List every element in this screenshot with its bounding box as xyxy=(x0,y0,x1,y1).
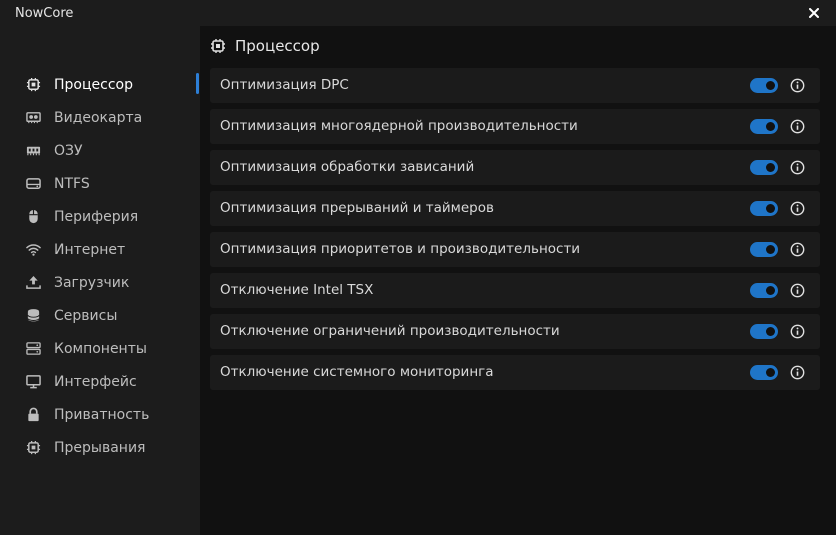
sidebar-item-label: NTFS xyxy=(54,175,90,192)
database-icon xyxy=(25,308,41,324)
setting-toggle[interactable] xyxy=(750,119,778,134)
sidebar-item-gpu[interactable]: Видеокарта xyxy=(0,101,200,134)
cpu-icon xyxy=(25,77,41,93)
sidebar-item-label: Компоненты xyxy=(54,340,147,357)
toggle-knob xyxy=(766,286,775,295)
page-title: Процессор xyxy=(235,37,320,55)
sidebar-item-label: Прерывания xyxy=(54,439,146,456)
toggle-knob xyxy=(766,163,775,172)
setting-toggle[interactable] xyxy=(750,324,778,339)
info-icon[interactable] xyxy=(790,160,805,175)
sidebar-item-services[interactable]: Сервисы xyxy=(0,299,200,332)
mouse-icon xyxy=(25,209,41,225)
main-content: Процессор Оптимизация DPC Оптимизация мн… xyxy=(200,26,836,535)
info-icon[interactable] xyxy=(790,283,805,298)
sidebar-item-label: Процессор xyxy=(54,76,133,93)
sidebar-item-components[interactable]: Компоненты xyxy=(0,332,200,365)
info-icon[interactable] xyxy=(790,78,805,93)
toggle-knob xyxy=(766,368,775,377)
sidebar-item-label: Интерфейс xyxy=(54,373,137,390)
toggle-knob xyxy=(766,327,775,336)
cpu-icon xyxy=(210,38,226,54)
wifi-icon xyxy=(25,242,41,258)
setting-row-priorities: Оптимизация приоритетов и производительн… xyxy=(210,232,820,267)
setting-row-dpc: Оптимизация DPC xyxy=(210,68,820,103)
setting-label: Оптимизация DPC xyxy=(220,77,349,93)
chip-icon xyxy=(25,440,41,456)
setting-toggle[interactable] xyxy=(750,201,778,216)
setting-toggle[interactable] xyxy=(750,78,778,93)
sidebar: Процессор Видеокарта ОЗУ NTFS Периферия … xyxy=(0,26,200,535)
toggle-knob xyxy=(766,81,775,90)
close-icon xyxy=(809,8,819,18)
info-icon[interactable] xyxy=(790,365,805,380)
toggle-knob xyxy=(766,204,775,213)
setting-row-intel-tsx: Отключение Intel TSX xyxy=(210,273,820,308)
setting-toggle[interactable] xyxy=(750,160,778,175)
info-icon[interactable] xyxy=(790,242,805,257)
sidebar-item-label: ОЗУ xyxy=(54,142,83,159)
info-icon[interactable] xyxy=(790,119,805,134)
setting-row-interrupts-timers: Оптимизация прерываний и таймеров xyxy=(210,191,820,226)
setting-label: Оптимизация приоритетов и производительн… xyxy=(220,241,581,257)
monitor-icon xyxy=(25,374,41,390)
lock-icon xyxy=(25,407,41,423)
drive-icon xyxy=(25,176,41,192)
setting-toggle[interactable] xyxy=(750,283,778,298)
setting-row-perf-limits: Отключение ограничений производительност… xyxy=(210,314,820,349)
setting-row-system-monitoring: Отключение системного мониторинга xyxy=(210,355,820,390)
sidebar-item-label: Приватность xyxy=(54,406,150,423)
setting-row-multicore: Оптимизация многоядерной производительно… xyxy=(210,109,820,144)
sidebar-item-privacy[interactable]: Приватность xyxy=(0,398,200,431)
server-icon xyxy=(25,341,41,357)
setting-label: Отключение ограничений производительност… xyxy=(220,323,560,339)
active-indicator xyxy=(196,73,199,94)
sidebar-item-internet[interactable]: Интернет xyxy=(0,233,200,266)
setting-toggle[interactable] xyxy=(750,242,778,257)
sidebar-item-label: Сервисы xyxy=(54,307,118,324)
close-button[interactable] xyxy=(806,5,822,21)
sidebar-item-label: Интернет xyxy=(54,241,126,258)
ram-icon xyxy=(25,143,41,159)
sidebar-item-interface[interactable]: Интерфейс xyxy=(0,365,200,398)
sidebar-item-label: Загрузчик xyxy=(54,274,130,291)
sidebar-item-bootloader[interactable]: Загрузчик xyxy=(0,266,200,299)
setting-label: Отключение Intel TSX xyxy=(220,282,374,298)
setting-label: Отключение системного мониторинга xyxy=(220,364,494,380)
toggle-knob xyxy=(766,245,775,254)
toggle-knob xyxy=(766,122,775,131)
setting-label: Оптимизация прерываний и таймеров xyxy=(220,200,494,216)
title-bar: NowCore xyxy=(0,0,836,26)
info-icon[interactable] xyxy=(790,201,805,216)
sidebar-item-label: Периферия xyxy=(54,208,139,225)
sidebar-item-peripherals[interactable]: Периферия xyxy=(0,200,200,233)
setting-label: Оптимизация обработки зависаний xyxy=(220,159,475,175)
app-title: NowCore xyxy=(15,6,74,21)
sidebar-item-interrupts[interactable]: Прерывания xyxy=(0,431,200,464)
section-header: Процессор xyxy=(210,36,320,56)
gpu-icon xyxy=(25,110,41,126)
boot-icon xyxy=(25,275,41,291)
setting-row-hang-handling: Оптимизация обработки зависаний xyxy=(210,150,820,185)
info-icon[interactable] xyxy=(790,324,805,339)
sidebar-item-ram[interactable]: ОЗУ xyxy=(0,134,200,167)
sidebar-item-cpu[interactable]: Процессор xyxy=(0,68,200,101)
setting-toggle[interactable] xyxy=(750,365,778,380)
sidebar-item-ntfs[interactable]: NTFS xyxy=(0,167,200,200)
sidebar-item-label: Видеокарта xyxy=(54,109,143,126)
setting-label: Оптимизация многоядерной производительно… xyxy=(220,118,578,134)
